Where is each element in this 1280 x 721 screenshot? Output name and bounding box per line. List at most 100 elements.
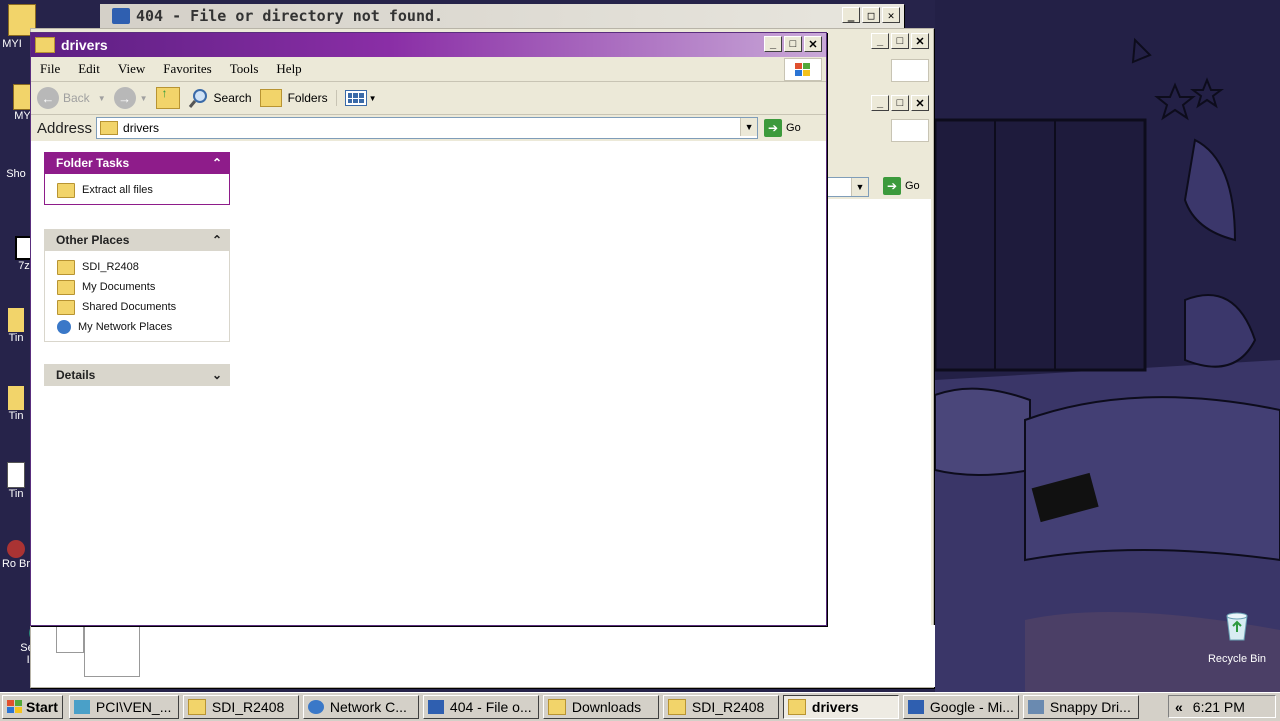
my-documents-icon <box>57 279 75 295</box>
collapse-chevron-icon[interactable]: ⌃ <box>212 233 222 247</box>
go-arrow-icon: ➔ <box>883 177 901 195</box>
ie-icon <box>907 700 924 714</box>
place-sdi-r2408[interactable]: SDI_R2408 <box>45 257 229 277</box>
folder-icon <box>187 699 206 715</box>
taskbar-task-downloads[interactable]: Downloads <box>542 695 659 719</box>
folder-tasks-panel: Folder Tasks ⌃ Extract all files <box>44 152 230 205</box>
ie-icon <box>112 8 130 24</box>
file-icon <box>7 462 25 488</box>
taskbar-task-sdi-2[interactable]: SDI_R2408 <box>662 695 779 719</box>
views-icon <box>344 90 367 106</box>
chevron-down-icon[interactable]: ▼ <box>98 94 106 103</box>
window-404-titlebar[interactable]: 404 - File or directory not found. _ □ ✕ <box>100 4 904 28</box>
maximize-button[interactable]: □ <box>891 95 909 111</box>
taskbar-task-google[interactable]: Google - Mi... <box>902 695 1019 719</box>
menu-view[interactable]: View <box>109 61 154 77</box>
folder-tasks-header[interactable]: Folder Tasks ⌃ <box>44 152 230 174</box>
go-button[interactable]: ➔ Go <box>764 119 801 137</box>
minimize-button[interactable]: _ <box>842 7 860 23</box>
minimize-button[interactable]: _ <box>871 33 889 49</box>
folder-icon <box>35 37 55 53</box>
views-button[interactable]: ▼ <box>335 90 377 106</box>
back-button[interactable]: ← Back ▼ <box>37 87 106 109</box>
close-button[interactable]: ✕ <box>911 95 929 111</box>
bg-go-button[interactable]: ➔ Go <box>883 177 920 195</box>
ie-icon <box>427 700 444 714</box>
chevron-down-icon[interactable]: ▼ <box>140 94 148 103</box>
taskbar-task-drivers[interactable]: drivers <box>782 695 899 719</box>
place-my-documents[interactable]: My Documents <box>45 277 229 297</box>
desktop-icon-label: Tin <box>8 332 24 344</box>
task-label: drivers <box>811 699 859 715</box>
expand-chevron-icon[interactable]: ⌄ <box>212 368 222 382</box>
up-folder-button[interactable]: ↑ <box>155 86 180 109</box>
folder-icon <box>100 121 119 135</box>
shared-folder-icon <box>57 299 75 315</box>
folder-tasks-body: Extract all files <box>44 174 230 205</box>
menu-file[interactable]: File <box>31 61 69 77</box>
windows-logo-icon <box>891 119 929 142</box>
desktop-icon-label: Ro Br <box>1 558 31 570</box>
place-label: My Network Places <box>78 321 173 333</box>
place-my-network-places[interactable]: My Network Places <box>45 317 229 337</box>
explorer-window-drivers[interactable]: drivers _ □ ✕ File Edit View Favorites T… <box>30 32 827 626</box>
tray-expand-button[interactable]: « <box>1175 699 1183 715</box>
desktop-icon-recycle-bin[interactable]: Recycle Bin <box>1202 610 1272 665</box>
taskbar-task-pci[interactable]: PCI\VEN_... <box>68 695 179 719</box>
taskbar-task-network[interactable]: Network C... <box>302 695 419 719</box>
folder-icon <box>8 386 24 410</box>
go-arrow-icon: ➔ <box>764 119 783 137</box>
task-label: PCI\VEN_... <box>95 699 172 715</box>
details-header[interactable]: Details ⌄ <box>44 364 230 386</box>
taskbar-task-snappy[interactable]: Snappy Dri... <box>1022 695 1139 719</box>
menu-favorites[interactable]: Favorites <box>154 61 220 77</box>
place-shared-documents[interactable]: Shared Documents <box>45 297 229 317</box>
desktop-icon-label: MYI <box>2 38 22 50</box>
window-titlebar[interactable]: drivers _ □ ✕ <box>31 33 826 57</box>
search-button[interactable]: Search <box>188 87 252 109</box>
bg-window-buttons: _ □ ✕ <box>869 33 929 49</box>
close-button[interactable]: ✕ <box>882 7 900 23</box>
folder-icon <box>8 308 24 332</box>
taskbar-task-404[interactable]: 404 - File o... <box>422 695 539 719</box>
recycle-bin-icon <box>1226 612 1248 641</box>
minimize-button[interactable]: _ <box>764 36 782 52</box>
collapse-chevron-icon[interactable]: ⌃ <box>212 156 222 170</box>
folders-button[interactable]: Folders <box>259 89 328 107</box>
bg-window-bottom <box>31 625 935 687</box>
task-extract-all-files[interactable]: Extract all files <box>45 180 229 200</box>
address-value: drivers <box>123 121 160 135</box>
forward-button[interactable]: → ▼ <box>113 87 148 109</box>
app-icon <box>7 540 25 558</box>
folder-icon <box>787 699 806 715</box>
menu-tools[interactable]: Tools <box>221 61 268 77</box>
panel-title: Other Places <box>56 233 130 247</box>
task-label: Extract all files <box>82 184 153 196</box>
start-button[interactable]: Start <box>2 695 63 719</box>
close-button[interactable]: ✕ <box>804 36 822 52</box>
clock[interactable]: 6:21 PM <box>1193 699 1245 715</box>
other-places-body: SDI_R2408 My Documents Shared Documents … <box>44 251 230 342</box>
chevron-down-icon[interactable]: ▼ <box>851 178 868 196</box>
system-tray: « 6:21 PM <box>1168 695 1276 718</box>
back-arrow-icon: ← <box>37 87 59 109</box>
taskbar-task-sdi-1[interactable]: SDI_R2408 <box>182 695 299 719</box>
maximize-button[interactable]: □ <box>784 36 802 52</box>
taskbar: Start PCI\VEN_... SDI_R2408 Network C...… <box>0 692 1280 721</box>
windows-logo-icon <box>784 58 822 81</box>
address-dropdown-button[interactable]: ▼ <box>740 118 758 136</box>
address-input[interactable]: drivers ▼ <box>96 117 759 139</box>
search-label: Search <box>213 91 252 105</box>
folder-content-area[interactable]: Folder Tasks ⌃ Extract all files Other P… <box>31 141 826 625</box>
close-button[interactable]: ✕ <box>911 33 929 49</box>
bg-address-input[interactable]: ▼ <box>827 177 869 197</box>
menu-edit[interactable]: Edit <box>69 61 109 77</box>
search-icon <box>188 89 207 108</box>
minimize-button[interactable]: _ <box>871 95 889 111</box>
other-places-header[interactable]: Other Places ⌃ <box>44 229 230 251</box>
maximize-button[interactable]: □ <box>862 7 880 23</box>
place-label: SDI_R2408 <box>82 261 139 273</box>
menu-help[interactable]: Help <box>267 61 310 77</box>
maximize-button[interactable]: □ <box>891 33 909 49</box>
back-label: Back <box>63 91 90 105</box>
